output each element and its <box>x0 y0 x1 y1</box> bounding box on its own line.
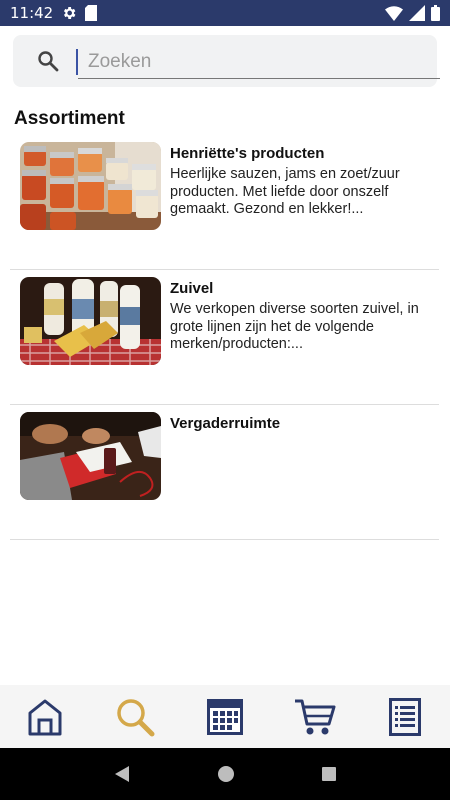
section-title: Assortiment <box>14 108 125 129</box>
bottom-tab-bar <box>0 685 450 748</box>
search-icon <box>38 51 59 72</box>
list-item-henriettes-producten[interactable]: Henriëtte's producten Heerlijke sauzen, … <box>10 135 439 270</box>
battery-icon <box>431 5 440 21</box>
home-circle-icon[interactable] <box>217 765 235 783</box>
list-item-vergaderruimte[interactable]: Vergaderruimte <box>10 405 439 540</box>
sd-card-icon <box>85 5 98 21</box>
item-title: Zuivel <box>170 280 214 297</box>
home-icon <box>28 699 62 735</box>
tab-list[interactable] <box>375 692 435 742</box>
search-icon <box>117 698 155 736</box>
wifi-icon <box>385 6 403 21</box>
list-item-zuivel[interactable]: Zuivel We verkopen diverse soorten zuive… <box>10 270 439 405</box>
android-nav-bar <box>0 748 450 800</box>
back-icon[interactable] <box>113 765 131 783</box>
status-bar: 11:42 <box>0 0 450 26</box>
product-image-jars <box>20 142 161 230</box>
search-input[interactable] <box>78 45 440 79</box>
gear-icon <box>64 7 76 19</box>
cart-icon <box>295 699 336 734</box>
calendar-icon <box>207 698 243 735</box>
item-title: Vergaderruimte <box>170 415 281 432</box>
item-title: Henriëtte's producten <box>170 145 325 162</box>
item-description: Heerlijke sauzen, jams en zoet/zuur prod… <box>170 166 400 217</box>
text-caret <box>76 49 78 75</box>
status-time: 11:42 <box>10 4 54 22</box>
item-description: We verkopen diverse soorten zuivel, in g… <box>170 301 419 352</box>
meeting-room-image <box>20 412 161 500</box>
tab-calendar[interactable] <box>195 692 255 742</box>
signal-icon <box>409 5 425 21</box>
list-icon <box>389 697 421 736</box>
recents-icon[interactable] <box>321 766 337 782</box>
product-image-dairy <box>20 277 161 365</box>
tab-cart[interactable] <box>285 692 345 742</box>
tab-home[interactable] <box>15 692 75 742</box>
tab-search[interactable] <box>105 692 165 742</box>
